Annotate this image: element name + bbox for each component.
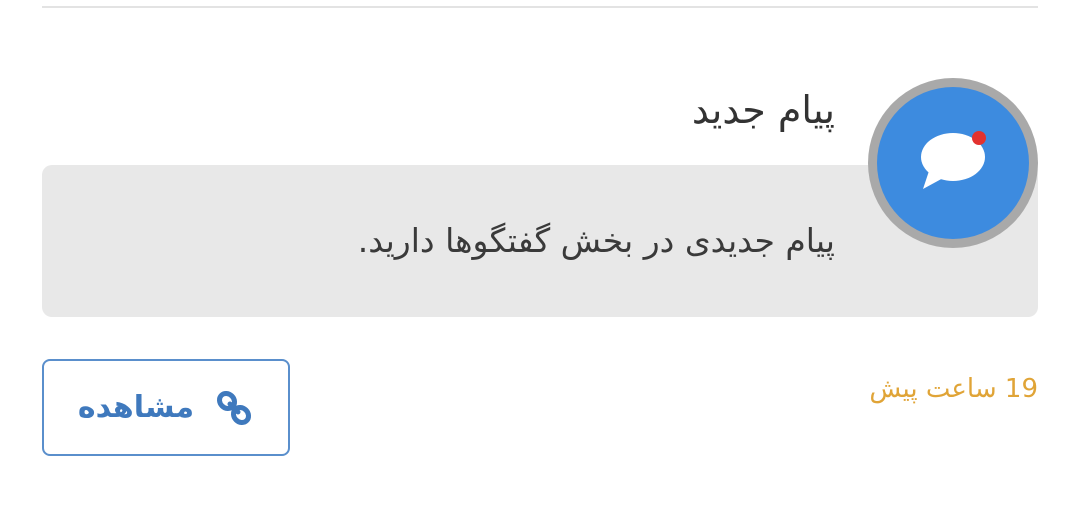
view-button-label: مشاهده	[77, 390, 195, 425]
divider	[42, 6, 1038, 8]
link-icon	[214, 388, 254, 428]
notification-card: پیام جدید پیام جدیدی در بخش گفتگوها داری…	[0, 0, 1080, 522]
timestamp: 19 ساعت پیش	[869, 374, 1038, 404]
notification-title: پیام جدید	[691, 88, 835, 132]
unread-dot	[972, 131, 986, 145]
avatar	[877, 87, 1029, 239]
view-button[interactable]: مشاهده	[42, 359, 290, 456]
notification-message: پیام جدیدی در بخش گفتگوها دارید.	[357, 221, 835, 260]
